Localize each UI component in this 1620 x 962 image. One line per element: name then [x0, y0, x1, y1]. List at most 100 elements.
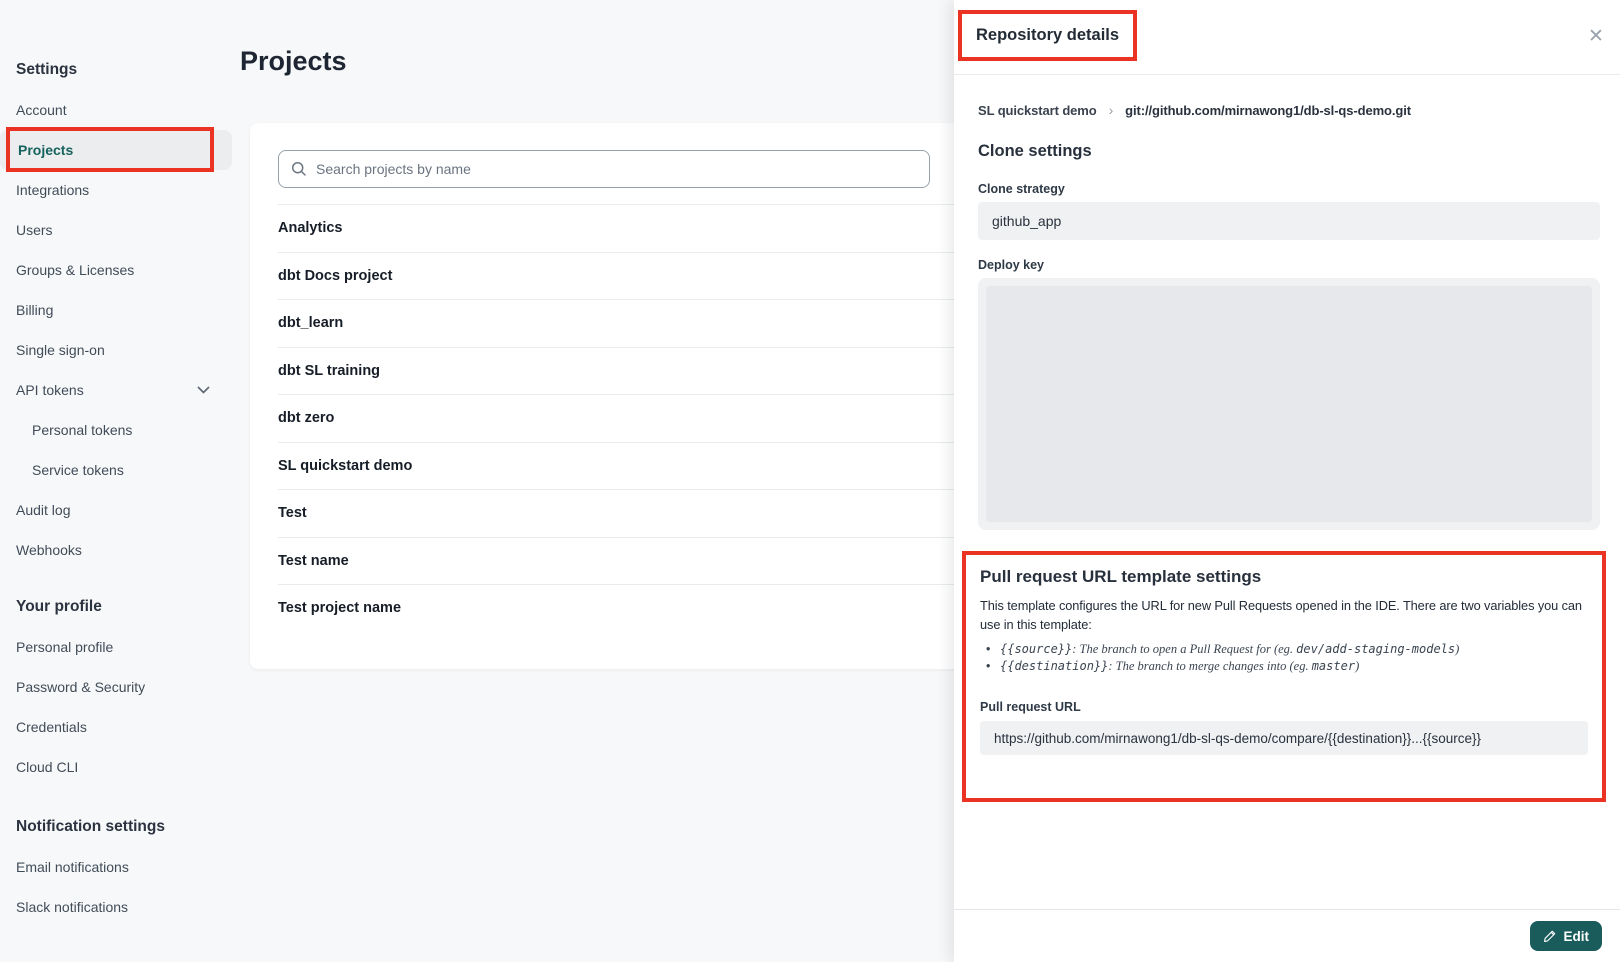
sidebar-item-label: Service tokens [32, 462, 124, 478]
project-name: SL quickstart demo [278, 458, 412, 474]
sidebar-item-groups-licenses[interactable]: Groups & Licenses [0, 250, 240, 290]
list-item-source-variable: • {{source}}: The branch to open a Pull … [980, 641, 1588, 658]
pull-request-url-label: Pull request URL [980, 700, 1588, 714]
sidebar-item-credentials[interactable]: Credentials [0, 707, 240, 747]
closing-paren: ) [1455, 642, 1459, 656]
deploy-key-redacted-value [986, 286, 1592, 522]
sidebar-item-label: Users [16, 222, 53, 238]
clone-strategy-value: github_app [992, 213, 1061, 229]
panel-body: SL quickstart demo › git://github.com/mi… [954, 102, 1620, 802]
sidebar-item-label: Integrations [16, 182, 89, 198]
search-icon [291, 161, 307, 177]
chevron-down-icon [197, 386, 210, 394]
sidebar-item-label: Projects [18, 142, 73, 158]
sidebar-item-single-sign-on[interactable]: Single sign-on [0, 330, 240, 370]
list-item-destination-variable: • {{destination}}: The branch to merge c… [980, 658, 1588, 675]
project-row-test-name[interactable]: Test name [278, 537, 982, 585]
project-row-analytics[interactable]: Analytics [278, 204, 982, 252]
sidebar-item-api-tokens[interactable]: API tokens [0, 370, 240, 410]
sidebar-settings-heading-label: Settings [16, 61, 77, 79]
panel-title: Repository details [976, 26, 1119, 45]
project-list: Analytics dbt Docs project dbt_learn dbt… [278, 204, 982, 632]
close-glyph: ✕ [1588, 25, 1604, 48]
sidebar-item-webhooks[interactable]: Webhooks [0, 530, 240, 570]
sidebar-your-profile-heading: Your profile [0, 587, 240, 627]
template-variable-list: • {{source}}: The branch to open a Pull … [980, 641, 1588, 674]
project-row-dbt-zero[interactable]: dbt zero [278, 394, 982, 442]
sidebar-item-email-notifications[interactable]: Email notifications [0, 847, 240, 887]
sidebar-item-label: Slack notifications [16, 899, 128, 915]
clone-strategy-label: Clone strategy [978, 182, 1600, 196]
sidebar-item-label: Password & Security [16, 679, 145, 695]
page-title: Projects [240, 46, 347, 77]
sidebar-item-label: Billing [16, 302, 53, 318]
project-name: Test [278, 505, 307, 521]
panel-footer: Edit [954, 909, 1620, 962]
sidebar-item-billing[interactable]: Billing [0, 290, 240, 330]
project-name: dbt Docs project [278, 268, 392, 284]
sidebar-item-label: Personal profile [16, 639, 113, 655]
sidebar-item-audit-log[interactable]: Audit log [0, 490, 240, 530]
projects-card: Analytics dbt Docs project dbt_learn dbt… [250, 123, 1010, 669]
search-input[interactable] [316, 161, 917, 177]
project-row-sl-quickstart-demo[interactable]: SL quickstart demo [278, 442, 982, 490]
panel-header: Repository details ✕ [954, 0, 1620, 75]
clone-strategy-field: github_app [978, 202, 1600, 240]
sidebar-item-label: Cloud CLI [16, 759, 78, 775]
sidebar-item-label: Groups & Licenses [16, 262, 134, 278]
variable-example: dev/add-staging-models [1296, 642, 1455, 656]
deploy-key-field [978, 278, 1600, 530]
variable-description: : The branch to merge changes into (eg. [1108, 659, 1311, 673]
deploy-key-label: Deploy key [978, 258, 1600, 272]
settings-sidebar: Settings Account Projects Integrations U… [0, 0, 240, 962]
project-search[interactable] [278, 150, 930, 188]
pull-request-settings-heading: Pull request URL template settings [980, 567, 1588, 587]
sidebar-item-personal-profile[interactable]: Personal profile [0, 627, 240, 667]
sidebar-item-label: Account [16, 102, 67, 118]
sidebar-item-integrations[interactable]: Integrations [0, 170, 240, 210]
sidebar-item-projects[interactable]: Projects [0, 130, 232, 170]
project-row-dbt-docs-project[interactable]: dbt Docs project [278, 252, 982, 300]
project-row-dbt-learn[interactable]: dbt_learn [278, 299, 982, 347]
sidebar-item-password-security[interactable]: Password & Security [0, 667, 240, 707]
red-annotation-box-pull-request-settings: Pull request URL template settings This … [962, 551, 1606, 802]
project-name: Test project name [278, 600, 401, 616]
variable-token: {{destination}} [1000, 659, 1108, 673]
sidebar-heading-label: Notification settings [16, 818, 165, 836]
red-annotation-box-repository-details: Repository details [958, 10, 1137, 61]
repository-details-panel: Repository details ✕ SL quickstart demo … [954, 0, 1620, 962]
variable-token: {{source}} [1000, 642, 1072, 656]
pull-request-settings-description: This template configures the URL for new… [980, 596, 1588, 634]
variable-description: : The branch to open a Pull Request for … [1072, 642, 1296, 656]
sidebar-notification-settings-heading: Notification settings [0, 807, 240, 847]
sidebar-item-label: Single sign-on [16, 342, 105, 358]
chevron-right-icon: › [1109, 102, 1114, 118]
sidebar-item-service-tokens[interactable]: Service tokens [0, 450, 240, 490]
project-row-test[interactable]: Test [278, 489, 982, 537]
project-row-dbt-sl-training[interactable]: dbt SL training [278, 347, 982, 395]
closing-paren: ) [1355, 659, 1359, 673]
bullet-text: {{destination}}: The branch to merge cha… [1000, 658, 1359, 675]
edit-button-label: Edit [1564, 929, 1590, 944]
sidebar-item-personal-tokens[interactable]: Personal tokens [0, 410, 240, 450]
bullet-icon: • [986, 658, 1000, 675]
sidebar-item-label: Webhooks [16, 542, 82, 558]
sidebar-heading-label: Your profile [16, 598, 102, 616]
breadcrumb: SL quickstart demo › git://github.com/mi… [978, 102, 1600, 118]
project-name: dbt_learn [278, 315, 343, 331]
pull-request-url-value: https://github.com/mirnawong1/db-sl-qs-d… [994, 731, 1481, 746]
sidebar-item-label: API tokens [16, 382, 84, 398]
project-row-test-project-name[interactable]: Test project name [278, 584, 982, 632]
sidebar-item-users[interactable]: Users [0, 210, 240, 250]
sidebar-item-slack-notifications[interactable]: Slack notifications [0, 887, 240, 927]
sidebar-item-cloud-cli[interactable]: Cloud CLI [0, 747, 240, 787]
close-icon[interactable]: ✕ [1582, 22, 1610, 50]
sidebar-item-label: Audit log [16, 502, 70, 518]
sidebar-item-label: Email notifications [16, 859, 129, 875]
sidebar-item-account[interactable]: Account [0, 90, 240, 130]
breadcrumb-project-link[interactable]: SL quickstart demo [978, 103, 1097, 118]
edit-button[interactable]: Edit [1530, 921, 1603, 951]
project-name: Analytics [278, 220, 342, 236]
pull-request-url-field: https://github.com/mirnawong1/db-sl-qs-d… [980, 721, 1588, 755]
project-name: Test name [278, 553, 349, 569]
